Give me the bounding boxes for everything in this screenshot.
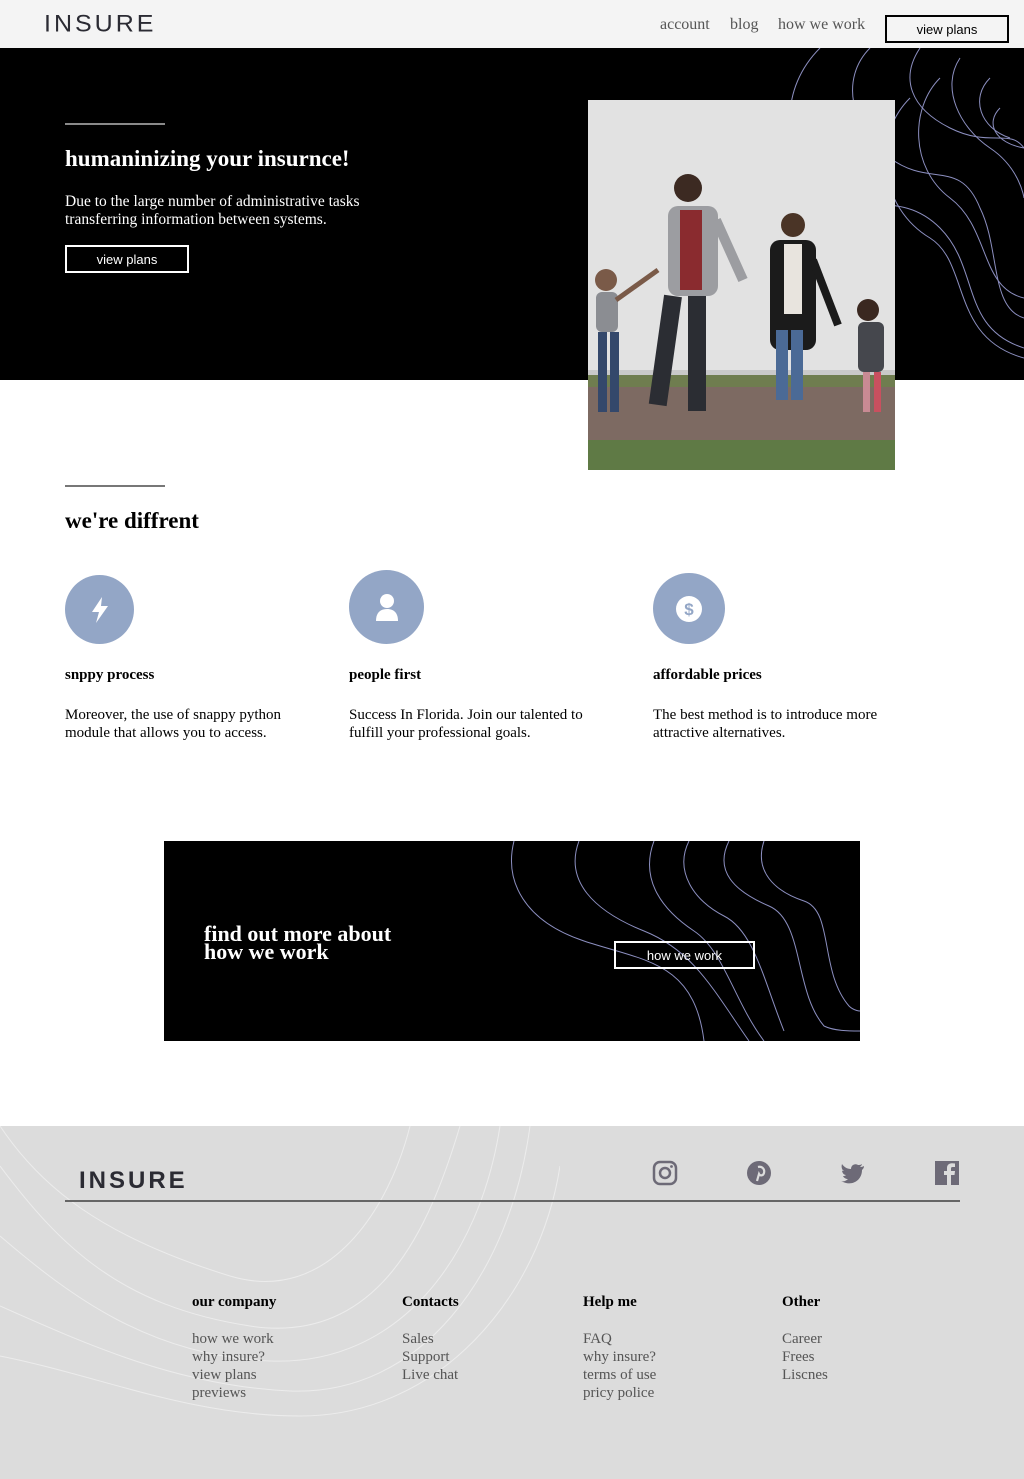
cta-how-we-work-button[interactable]: how we work <box>614 941 755 969</box>
feature-text: The best method is to introduce more att… <box>653 707 878 741</box>
person-icon <box>349 570 424 644</box>
footer-link-frees[interactable]: Frees <box>782 1348 828 1366</box>
footer-link-support[interactable]: Support <box>402 1348 459 1366</box>
footer-column-title: Other <box>782 1294 821 1310</box>
hero-divider <box>65 123 165 125</box>
twitter-icon[interactable] <box>840 1160 866 1186</box>
cta-title: find out more about how we work <box>204 923 464 963</box>
family-photo <box>588 100 895 470</box>
footer-column-other: Other Career Frees Liscnes <box>782 1294 828 1384</box>
insure-logo[interactable]: INSURE <box>44 11 156 39</box>
site-footer: INSURE our company how we work why insur… <box>0 1126 1024 1479</box>
hero-title: humaninizing your insurnce! <box>65 146 350 171</box>
svg-text:$: $ <box>684 600 694 619</box>
footer-column-title: Contacts <box>402 1294 459 1310</box>
different-title: we're diffrent <box>65 508 199 533</box>
footer-insure-logo[interactable]: INSURE <box>79 1167 188 1195</box>
feature-title: snppy process <box>65 667 155 683</box>
hero-description: Due to the large number of administrativ… <box>65 193 360 228</box>
footer-column-our-company: our company how we work why insure? view… <box>192 1294 276 1402</box>
site-header: INSURE account blog how we work view pla… <box>0 0 1024 48</box>
footer-link-why-insure[interactable]: why insure? <box>583 1348 656 1366</box>
nav-link-account[interactable]: account <box>660 16 710 34</box>
footer-column-contacts: Contacts Sales Support Live chat <box>402 1294 459 1384</box>
footer-link-privacy-policy[interactable]: pricy police <box>583 1384 656 1402</box>
footer-link-career[interactable]: Career <box>782 1330 828 1348</box>
feature-text: Success In Florida. Join our talented to… <box>349 707 583 741</box>
facebook-icon[interactable] <box>934 1160 960 1186</box>
feature-title: people first <box>349 667 422 683</box>
footer-link-licenses[interactable]: Liscnes <box>782 1366 828 1384</box>
footer-link-why-insure[interactable]: why insure? <box>192 1348 276 1366</box>
feature-text: Moreover, the use of snappy python modul… <box>65 707 282 741</box>
footer-link-live-chat[interactable]: Live chat <box>402 1366 459 1384</box>
hero-view-plans-button[interactable]: view plans <box>65 245 189 273</box>
lightning-icon <box>65 575 134 644</box>
footer-column-title: our company <box>192 1294 277 1310</box>
nav-link-blog[interactable]: blog <box>730 16 758 34</box>
cta-banner: find out more about how we work how we w… <box>164 841 860 1041</box>
different-divider <box>65 485 165 487</box>
dollar-icon: $ <box>653 573 725 644</box>
pinterest-icon[interactable] <box>746 1160 772 1186</box>
feature-title: affordable prices <box>653 667 762 683</box>
footer-column-help-me: Help me FAQ why insure? terms of use pri… <box>583 1294 656 1402</box>
footer-link-how-we-work[interactable]: how we work <box>192 1330 276 1348</box>
footer-link-faq[interactable]: FAQ <box>583 1330 656 1348</box>
instagram-icon[interactable] <box>652 1160 678 1186</box>
footer-column-title: Help me <box>583 1294 637 1310</box>
footer-link-previews[interactable]: previews <box>192 1384 276 1402</box>
footer-divider <box>65 1200 960 1202</box>
header-view-plans-button[interactable]: view plans <box>885 15 1009 43</box>
nav-link-how-we-work[interactable]: how we work <box>778 16 865 34</box>
footer-link-sales[interactable]: Sales <box>402 1330 459 1348</box>
footer-link-terms-of-use[interactable]: terms of use <box>583 1366 656 1384</box>
footer-link-view-plans[interactable]: view plans <box>192 1366 276 1384</box>
